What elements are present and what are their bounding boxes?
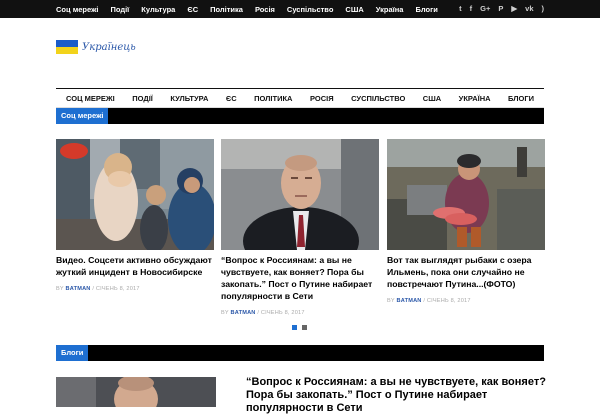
slider-dot[interactable]	[292, 325, 297, 330]
article-photo	[387, 139, 545, 250]
nav-item-ukraine[interactable]: УКРАЇНА	[459, 94, 491, 103]
top-bar: Соц мережі Події Культура ЄС Політика Ро…	[0, 0, 600, 18]
site-logo[interactable]: Українець	[56, 40, 136, 54]
top-menu-item-russia[interactable]: Росія	[255, 5, 275, 14]
article-date: СІЧЕНЬ 8, 2017	[426, 298, 471, 304]
top-menu-item-blogs[interactable]: Блоги	[415, 5, 437, 14]
nav-item-blogs[interactable]: БЛОГИ	[508, 94, 534, 103]
flag-blue-stripe	[56, 40, 78, 47]
flag-yellow-stripe	[56, 47, 78, 54]
article-by: BY	[221, 310, 229, 316]
nav-item-events[interactable]: ПОДІЇ	[132, 94, 153, 103]
nav-item-eu[interactable]: ЄС	[226, 94, 237, 103]
main-nav: СОЦ МЕРЕЖІ ПОДІЇ КУЛЬТУРА ЄС ПОЛІТИКА РО…	[56, 88, 544, 108]
nav-item-politics[interactable]: ПОЛІТИКА	[254, 94, 292, 103]
top-menu-item-events[interactable]: Події	[110, 5, 129, 14]
vk-icon[interactable]: vk	[525, 0, 533, 18]
article-by: BY	[387, 298, 395, 304]
site-logo-text: Українець	[82, 41, 136, 53]
article-title[interactable]: Вот так выглядят рыбаки с озера Ильмень,…	[387, 254, 545, 290]
pinterest-icon[interactable]: P	[498, 0, 503, 18]
article-meta: BY BATMAN / СІЧЕНЬ 8, 2017	[387, 298, 545, 304]
article-meta: BY BATMAN / СІЧЕНЬ 8, 2017	[221, 310, 379, 316]
section-header-blogs: Блоги	[56, 345, 544, 361]
article-card: Вот так выглядят рыбаки с озера Ильмень,…	[387, 139, 545, 304]
rss-icon[interactable]: )	[542, 0, 545, 18]
article-meta: BY BATMAN / СІЧЕНЬ 8, 2017	[56, 286, 214, 292]
article-author[interactable]: BATMAN	[397, 298, 422, 304]
article-date: СІЧЕНЬ 8, 2017	[260, 310, 305, 316]
article-meta-separator: /	[257, 310, 260, 316]
article-author[interactable]: BATMAN	[231, 310, 256, 316]
ukraine-flag-icon	[56, 40, 78, 54]
slider-pagination	[292, 325, 307, 330]
nav-item-usa[interactable]: США	[423, 94, 441, 103]
google-plus-icon[interactable]: G+	[480, 0, 490, 18]
social-links: t f G+ P ▶ vk )	[459, 0, 544, 18]
twitter-icon[interactable]: t	[459, 0, 462, 18]
nav-item-social[interactable]: СОЦ МЕРЕЖІ	[66, 94, 115, 103]
article-photo	[221, 139, 379, 250]
article-title[interactable]: Видео. Соцсети активно обсуждают жуткий …	[56, 254, 214, 278]
section-header-social: Соц мережі	[56, 108, 544, 124]
nav-item-culture[interactable]: КУЛЬТУРА	[170, 94, 208, 103]
nav-item-society[interactable]: СУСПІЛЬСТВО	[351, 94, 405, 103]
top-menu-item-social[interactable]: Соц мережі	[56, 5, 98, 14]
article-thumbnail[interactable]	[221, 139, 379, 250]
top-menu-item-culture[interactable]: Культура	[141, 5, 175, 14]
article-photo	[56, 139, 214, 250]
top-menu-item-ukraine[interactable]: Україна	[376, 5, 404, 14]
article-date: СІЧЕНЬ 8, 2017	[95, 286, 140, 292]
article-thumbnail[interactable]	[387, 139, 545, 250]
blog-thumbnail[interactable]	[56, 377, 216, 407]
facebook-icon[interactable]: f	[470, 0, 473, 18]
slider-dot[interactable]	[302, 325, 307, 330]
blog-photo	[56, 377, 216, 407]
top-menu-item-usa[interactable]: США	[345, 5, 363, 14]
article-card: Видео. Соцсети активно обсуждают жуткий …	[56, 139, 214, 292]
section-label-blogs[interactable]: Блоги	[56, 345, 89, 361]
article-card: “Вопрос к Россиянам: а вы не чувствуете,…	[221, 139, 379, 316]
article-by: BY	[56, 286, 64, 292]
article-thumbnail[interactable]	[56, 139, 214, 250]
article-author[interactable]: BATMAN	[66, 286, 91, 292]
section-label-social[interactable]: Соц мережі	[56, 108, 109, 124]
article-meta-separator: /	[92, 286, 95, 292]
top-menu: Соц мережі Події Культура ЄС Політика Ро…	[56, 0, 438, 18]
top-menu-item-eu[interactable]: ЄС	[187, 5, 198, 14]
article-meta-separator: /	[423, 298, 426, 304]
blog-post-title[interactable]: “Вопрос к Россиянам: а вы не чувствуете,…	[246, 376, 546, 415]
article-title[interactable]: “Вопрос к Россиянам: а вы не чувствуете,…	[221, 254, 379, 302]
youtube-icon[interactable]: ▶	[511, 0, 517, 18]
top-menu-item-politics[interactable]: Політика	[210, 5, 243, 14]
nav-item-russia[interactable]: РОСІЯ	[310, 94, 334, 103]
top-menu-item-society[interactable]: Суспільство	[287, 5, 334, 14]
